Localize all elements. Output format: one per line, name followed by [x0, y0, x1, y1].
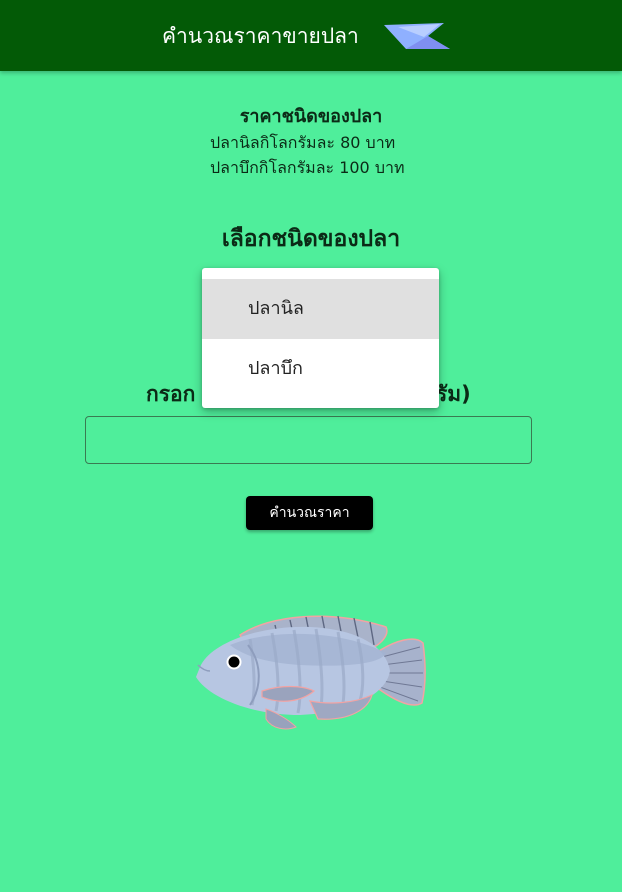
- fish-type-dropdown-menu: ปลานิล ปลาบึก: [202, 268, 439, 408]
- paper-plane-logo-icon: [384, 23, 450, 49]
- calculate-price-button[interactable]: คำนวณราคา: [246, 496, 373, 530]
- weight-label-end: รัม): [436, 382, 471, 406]
- dropdown-option-tilapia[interactable]: ปลานิล: [202, 279, 439, 339]
- weight-label-start: กรอก: [146, 382, 196, 406]
- weight-input[interactable]: [85, 416, 532, 464]
- price-title: ราคาชนิดของปลา: [239, 106, 383, 127]
- price-line-tilapia: ปลานิลกิโลกรัมละ 80 บาท: [210, 133, 396, 152]
- app-bar: คำนวณราคาขายปลา: [0, 0, 622, 71]
- fish-type-heading: เลือกชนิดของปลา: [221, 226, 401, 252]
- dropdown-option-catfish[interactable]: ปลาบึก: [202, 339, 439, 399]
- price-line-catfish: ปลาบึกกิโลกรัมละ 100 บาท: [210, 158, 405, 177]
- tilapia-fish-image: [196, 615, 426, 730]
- app-title: คำนวณราคาขายปลา: [162, 24, 359, 48]
